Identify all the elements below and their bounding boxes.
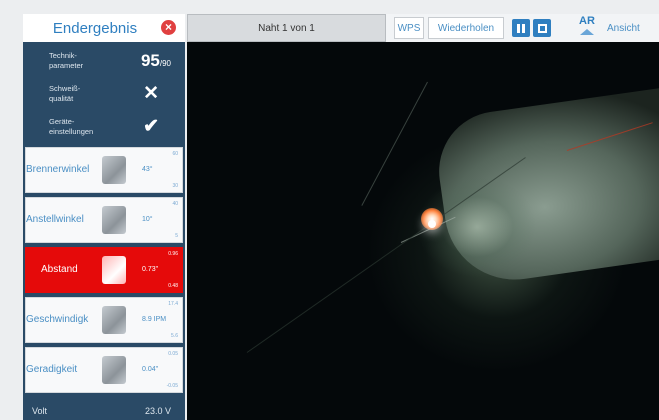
card-label: Anstellwinkel [26,214,84,225]
param-technique-score: 95/90 [141,51,171,71]
card-label: Geradigkeit [26,364,78,375]
card-min: 5.6 [171,333,178,339]
results-header: Endergebnis × [23,14,185,42]
param-quality-label: Schweiß-qualität [49,83,81,103]
param-technique: Technik-parameter 95/90 [23,44,185,77]
card-max: 60 [172,151,178,157]
results-panel: Endergebnis × Technik-parameter 95/90 Sc… [23,14,185,420]
cross-icon: ✕ [143,83,159,104]
close-icon[interactable]: × [161,20,176,35]
ar-label: AR [579,15,595,27]
pause-button[interactable] [512,19,530,37]
torch-angle-icon [102,156,126,184]
card-max: 0.05 [168,351,178,357]
card-speed[interactable]: Geschwindigk 8.9 IPM 17.4 5.6 [25,297,183,343]
card-label: Brennerwinkel [26,164,90,175]
view-button[interactable]: Ansicht [607,17,640,39]
card-value: 8.9 IPM [142,316,167,323]
ar-toggle[interactable]: AR [573,16,601,40]
ar-icon [580,29,594,35]
repeat-button[interactable]: Wiederholen [428,17,504,39]
card-max: 0.96 [168,251,178,257]
card-value: 10° [142,216,153,223]
work-angle-icon [102,206,126,234]
arc-core [428,220,436,228]
wps-button[interactable]: WPS [394,17,424,39]
straightness-icon [102,356,126,384]
param-quality: Schweiß-qualität ✕ [23,77,185,110]
distance-icon [102,256,126,284]
score-max: /90 [159,58,171,68]
results-title: Endergebnis [52,19,138,37]
stop-button[interactable] [533,19,551,37]
card-straightness[interactable]: Geradigkeit 0.04" 0.05 -0.05 [25,347,183,393]
card-value: 0.04" [142,366,159,373]
card-value: 0.73" [142,266,159,273]
card-max: 40 [172,201,178,207]
score-value: 95 [140,50,160,70]
card-work-angle[interactable]: Anstellwinkel 10° 40 5 [25,197,183,243]
card-label: Abstand [41,264,78,275]
welding-camera-view [187,42,659,420]
pause-icon [517,23,520,33]
card-distance[interactable]: Abstand 0.73" 0.96 0.48 [25,247,183,293]
card-value: 43° [142,166,153,173]
param-settings: Geräte-einstellungen ✔ [23,110,185,143]
voltage-row: Volt 23.0 V [23,402,185,420]
card-max: 17.4 [168,301,178,307]
card-min: 30 [172,183,178,189]
card-min: 0.48 [168,283,178,289]
voltage-value: 23.0 V [144,406,171,416]
voltage-label: Volt [32,406,48,416]
param-settings-label: Geräte-einstellungen [49,116,94,136]
card-min: -0.05 [166,383,178,389]
param-technique-label: Technik-parameter [49,50,84,70]
app-window: Naht 1 von 1 WPS Wiederholen AR Ansicht … [0,0,659,420]
card-label: Geschwindigk [26,314,89,325]
stop-icon [537,23,547,33]
card-torch-angle[interactable]: Brennerwinkel 43° 60 30 [25,147,183,193]
speed-icon [102,306,126,334]
check-icon: ✔ [143,116,159,137]
card-min: 5 [175,233,178,239]
pause-icon-bar [522,23,525,33]
seam-title: Naht 1 von 1 [187,14,386,42]
